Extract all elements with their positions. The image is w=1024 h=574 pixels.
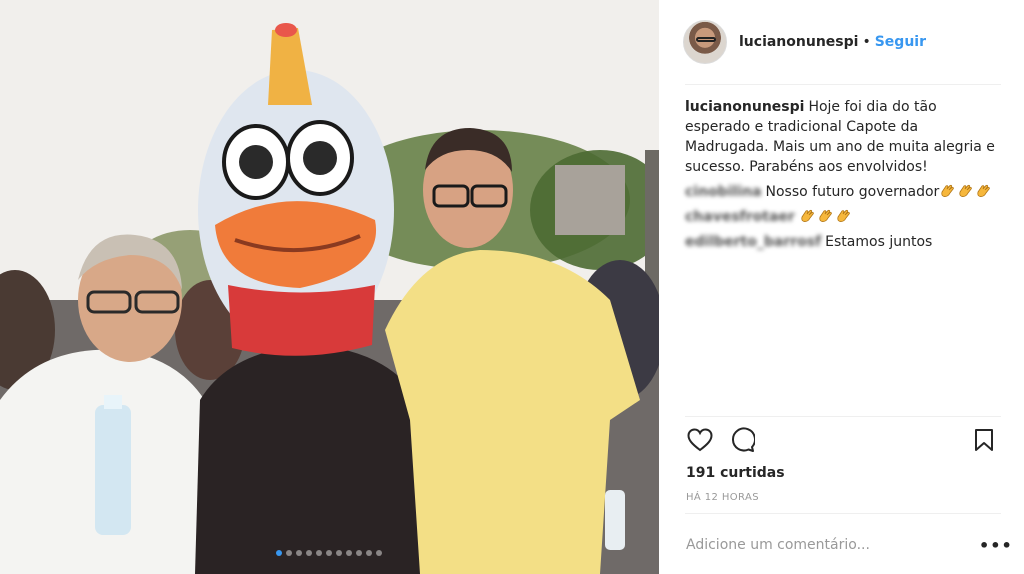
comment-input-divider bbox=[685, 513, 1001, 514]
bookmark-icon bbox=[975, 429, 993, 451]
carousel-dot[interactable] bbox=[296, 550, 302, 556]
follow-button[interactable]: Seguir bbox=[875, 34, 926, 50]
caption-author[interactable]: lucianonunespi bbox=[685, 99, 804, 115]
add-comment-bar: ••• bbox=[686, 532, 1012, 558]
clapping-hands-emoji bbox=[801, 209, 814, 222]
post-header: lucianonunespi • Seguir bbox=[683, 17, 1001, 67]
clapping-hands-emoji bbox=[837, 209, 850, 222]
actions-divider bbox=[685, 416, 1001, 417]
avatar[interactable] bbox=[683, 20, 727, 64]
comment-text: Estamos juntos bbox=[825, 234, 933, 250]
carousel-dot[interactable] bbox=[366, 550, 372, 556]
carousel-dot[interactable] bbox=[346, 550, 352, 556]
carousel-dot[interactable] bbox=[276, 550, 282, 556]
photo-illustration bbox=[0, 0, 659, 574]
header-divider bbox=[685, 84, 1001, 85]
comment-icon bbox=[731, 427, 755, 452]
comment-item: edilberto_barrosf Estamos juntos bbox=[685, 232, 999, 252]
carousel-dot[interactable] bbox=[336, 550, 342, 556]
more-options-button[interactable]: ••• bbox=[979, 536, 1012, 555]
heart-icon bbox=[687, 428, 713, 452]
comment-author[interactable]: chavesfrotaer bbox=[685, 209, 795, 225]
carousel-dot[interactable] bbox=[286, 550, 292, 556]
action-bar bbox=[685, 425, 999, 455]
clapping-hands-emoji bbox=[941, 184, 955, 197]
clapping-hands-emoji bbox=[819, 209, 832, 222]
carousel-dot[interactable] bbox=[316, 550, 322, 556]
carousel-dot[interactable] bbox=[376, 550, 382, 556]
carousel-indicator bbox=[276, 550, 382, 556]
post-timestamp[interactable]: HÁ 12 HORAS bbox=[686, 492, 759, 503]
comment-author[interactable]: cinobilina bbox=[685, 184, 762, 200]
post-side-panel: lucianonunespi • Seguir lucianonunespi Ho… bbox=[673, 0, 1013, 574]
comment-list: lucianonunespi Hoje foi dia do tão espera… bbox=[685, 97, 999, 257]
like-count[interactable]: 191 curtidas bbox=[686, 465, 785, 481]
author-username[interactable]: lucianonunespi bbox=[739, 34, 858, 50]
clapping-hands-emoji bbox=[977, 184, 991, 197]
like-button[interactable] bbox=[685, 425, 715, 455]
header-separator: • bbox=[862, 34, 871, 50]
comment-author[interactable]: edilberto_barrosf bbox=[685, 234, 821, 250]
carousel-dot[interactable] bbox=[356, 550, 362, 556]
comment-text: Nosso futuro governador bbox=[765, 184, 940, 200]
post-photo[interactable] bbox=[0, 0, 659, 574]
comment-item: cinobilina Nosso futuro governador bbox=[685, 182, 999, 202]
comment-item: chavesfrotaer bbox=[685, 207, 999, 227]
carousel-dot[interactable] bbox=[326, 550, 332, 556]
comment-input[interactable] bbox=[686, 537, 979, 553]
carousel-dot[interactable] bbox=[306, 550, 312, 556]
save-button[interactable] bbox=[969, 425, 999, 455]
clapping-hands-emoji bbox=[959, 184, 973, 197]
comment-button[interactable] bbox=[727, 425, 757, 455]
caption: lucianonunespi Hoje foi dia do tão espera… bbox=[685, 97, 999, 177]
